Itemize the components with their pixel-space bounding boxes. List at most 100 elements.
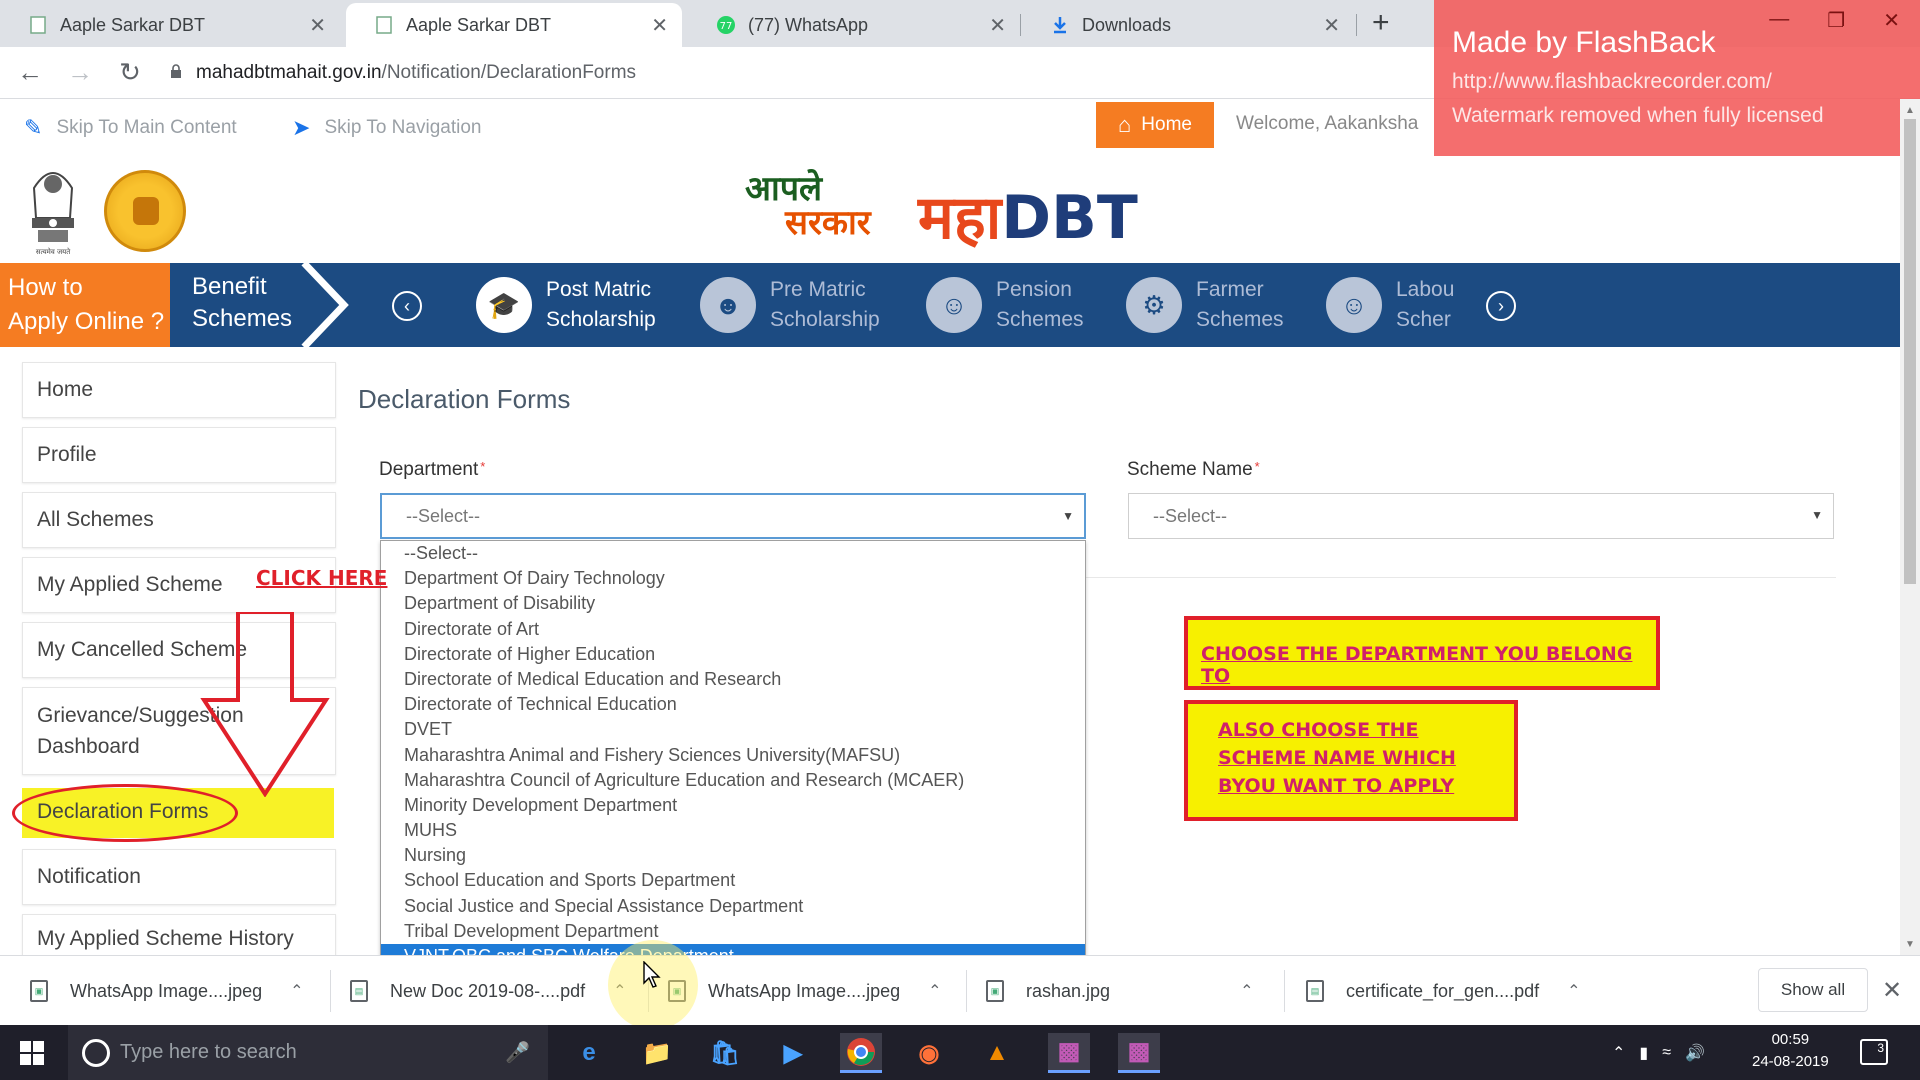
maharashtra-seal-icon <box>104 170 186 252</box>
down-arrow-annotation-icon <box>200 612 330 797</box>
download-item[interactable]: ▣ rashan.jpg ⌃ <box>986 956 1253 1026</box>
sidebar-item-label: Notification <box>37 865 141 888</box>
chrome-icon[interactable] <box>840 1033 882 1073</box>
department-option[interactable]: School Education and Sports Department <box>381 868 1085 893</box>
chevron-up-icon[interactable]: ⌃ <box>1240 981 1253 1001</box>
close-window-icon[interactable]: ✕ <box>1883 8 1900 33</box>
scroll-down-icon[interactable]: ▼ <box>1905 939 1915 950</box>
nav-item-line2: Schemes <box>1196 308 1284 331</box>
skip-main-link[interactable]: ✎ Skip To Main Content <box>24 115 237 141</box>
department-select-value: --Select-- <box>406 505 481 526</box>
how-to-apply-link[interactable]: How to Apply Online ? <box>0 263 170 347</box>
department-option[interactable]: Directorate of Art <box>381 617 1085 642</box>
slideshow-app-icon[interactable]: ▩ <box>1118 1033 1160 1073</box>
department-option[interactable]: Tribal Development Department <box>381 919 1085 944</box>
browser-tab-4[interactable]: Downloads ✕ <box>1022 3 1354 47</box>
download-item[interactable]: ▤ New Doc 2019-08-....pdf ⌃ <box>350 956 627 1026</box>
slideshow-app-icon[interactable]: ▩ <box>1048 1033 1090 1073</box>
pdf-file-icon: ▤ <box>1306 980 1324 1002</box>
welcome-text: Welcome, Aakanksha <box>1236 113 1419 134</box>
chevron-up-icon[interactable]: ⌃ <box>1567 981 1580 1001</box>
image-file-icon: ▣ <box>986 980 1004 1002</box>
forward-arrow-icon[interactable]: → <box>60 57 100 88</box>
howto-line2: Apply Online ? <box>8 308 165 335</box>
sidebar-item-notification[interactable]: Notification <box>22 849 336 905</box>
department-option[interactable]: Department Of Dairy Technology <box>381 566 1085 591</box>
home-button[interactable]: ⌂ Home <box>1096 102 1214 148</box>
department-option[interactable]: Directorate of Technical Education <box>381 692 1085 717</box>
scroll-up-icon[interactable]: ▲ <box>1905 105 1915 116</box>
department-option[interactable]: Directorate of Medical Education and Res… <box>381 667 1085 692</box>
download-name: WhatsApp Image....jpeg <box>70 980 263 1001</box>
department-option[interactable]: DVET <box>381 717 1085 742</box>
browser-tab-3[interactable]: 77 (77) WhatsApp ✕ <box>688 3 1020 47</box>
notification-center-icon[interactable]: 3 <box>1860 1039 1888 1065</box>
sidebar-item-all-schemes[interactable]: All Schemes <box>22 492 336 548</box>
sidebar-item-label: Declaration Forms <box>37 800 209 823</box>
page-scrollbar[interactable]: ▲ ▼ <box>1900 99 1920 955</box>
maha-logo-text: महा <box>918 183 1002 253</box>
browser-tab-2[interactable]: Aaple Sarkar DBT ✕ <box>346 3 682 47</box>
department-option[interactable]: Minority Development Department <box>381 793 1085 818</box>
department-option[interactable]: Directorate of Higher Education <box>381 642 1085 667</box>
sidebar-item-declaration-forms[interactable]: Declaration Forms <box>22 784 336 840</box>
chevron-up-icon[interactable]: ⌃ <box>1612 1043 1625 1063</box>
firefox-icon[interactable]: ◉ <box>908 1033 950 1073</box>
nav-labour[interactable]: ☺ Labou Scher <box>1326 263 1454 347</box>
volume-icon[interactable]: 🔊 <box>1685 1043 1705 1063</box>
department-option[interactable]: Maharashtra Animal and Fishery Sciences … <box>381 743 1085 768</box>
system-clock[interactable]: 00:59 24-08-2019 <box>1752 1029 1829 1073</box>
carousel-next-icon[interactable]: › <box>1486 291 1516 321</box>
scheme-name-select[interactable]: --Select-- ▼ <box>1128 493 1834 539</box>
edge-icon[interactable]: e <box>568 1033 610 1073</box>
minimize-icon[interactable]: — <box>1769 8 1789 33</box>
department-option[interactable]: MUHS <box>381 818 1085 843</box>
battery-icon[interactable]: ▮ <box>1639 1043 1648 1063</box>
nav-pre-matric[interactable]: ☻ Pre Matric Scholarship <box>700 263 880 347</box>
home-label: Home <box>1141 114 1192 135</box>
howto-line1: How to <box>8 274 83 301</box>
store-icon[interactable]: 🛍 <box>704 1033 746 1073</box>
vlc-icon[interactable]: ▲ <box>976 1033 1018 1073</box>
reload-icon[interactable]: ↻ <box>110 57 150 88</box>
close-icon[interactable]: ✕ <box>989 13 1006 38</box>
close-icon[interactable]: ✕ <box>651 13 668 38</box>
windows-start-icon[interactable] <box>20 1041 44 1065</box>
skip-nav-link[interactable]: ➤ Skip To Navigation <box>292 115 481 141</box>
department-option[interactable]: Nursing <box>381 843 1085 868</box>
taskbar-search-input[interactable]: Type here to search 🎤 <box>68 1025 548 1080</box>
download-item[interactable]: ▤ certificate_for_gen....pdf ⌃ <box>1306 956 1581 1026</box>
nav-post-matric[interactable]: 🎓 Post Matric Scholarship <box>476 263 656 347</box>
browser-tab-1[interactable]: Aaple Sarkar DBT ✕ <box>0 3 340 47</box>
sidebar-item-label: All Schemes <box>37 508 154 531</box>
chevron-up-icon[interactable]: ⌃ <box>928 981 941 1001</box>
flashback-recorder-icon[interactable]: ▶ <box>772 1033 814 1073</box>
file-explorer-icon[interactable]: 📁 <box>636 1033 678 1073</box>
page-icon <box>28 15 48 35</box>
graduation-cap-icon: 🎓 <box>476 277 532 333</box>
nav-farmer[interactable]: ⚙ Farmer Schemes <box>1126 263 1284 347</box>
department-select[interactable]: --Select-- ▼ <box>380 493 1086 539</box>
download-item[interactable]: ▣ WhatsApp Image....jpeg ⌃ <box>668 956 942 1026</box>
department-option[interactable]: Department of Disability <box>381 591 1085 616</box>
close-icon[interactable]: ✕ <box>1323 13 1340 38</box>
department-option[interactable]: --Select-- <box>381 541 1085 566</box>
restore-icon[interactable]: ❐ <box>1827 8 1845 33</box>
department-option[interactable]: Maharashtra Council of Agriculture Educa… <box>381 768 1085 793</box>
department-option[interactable]: Social Justice and Special Assistance De… <box>381 894 1085 919</box>
wifi-icon[interactable]: ≈ <box>1662 1044 1671 1062</box>
back-arrow-icon[interactable]: ← <box>10 57 50 88</box>
scroll-thumb[interactable] <box>1904 119 1916 584</box>
carousel-prev-icon[interactable]: ‹ <box>392 291 422 321</box>
sidebar-item-profile[interactable]: Profile <box>22 427 336 483</box>
new-tab-button[interactable]: + <box>1372 6 1390 40</box>
chevron-up-icon[interactable]: ⌃ <box>290 981 303 1001</box>
sidebar-item-home[interactable]: Home <box>22 362 336 418</box>
close-icon[interactable]: ✕ <box>1882 976 1902 1005</box>
show-all-button[interactable]: Show all <box>1758 968 1868 1012</box>
download-item[interactable]: ▣ WhatsApp Image....jpeg ⌃ <box>30 956 304 1026</box>
nav-pension[interactable]: ☺ Pension Schemes <box>926 263 1084 347</box>
microphone-icon[interactable]: 🎤 <box>505 1040 530 1065</box>
close-icon[interactable]: ✕ <box>309 13 326 38</box>
url-field[interactable]: mahadbtmahait.gov.in/Notification/Declar… <box>158 55 1418 91</box>
